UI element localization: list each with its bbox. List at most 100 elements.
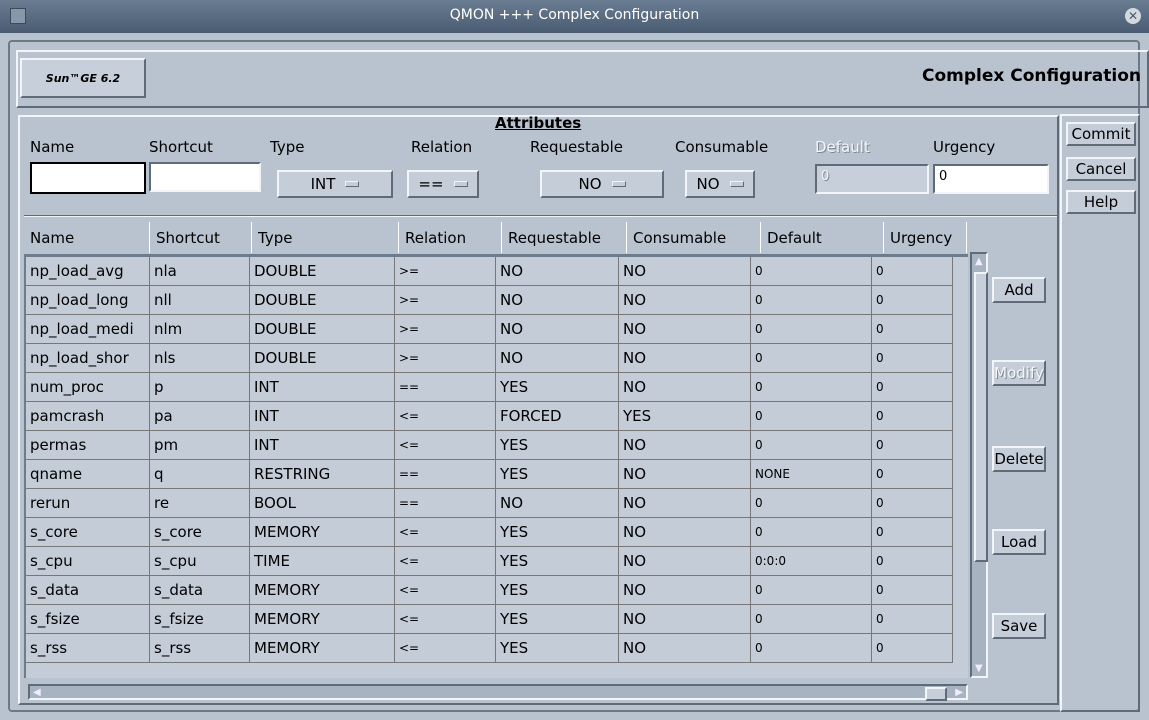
table-cell[interactable]: s_cpu bbox=[149, 546, 250, 576]
table-cell[interactable]: rerun bbox=[26, 488, 150, 518]
table-cell[interactable]: 0 bbox=[750, 633, 872, 663]
table-cell[interactable]: MEMORY bbox=[249, 575, 395, 605]
table-cell[interactable]: <= bbox=[394, 633, 496, 663]
add-button[interactable]: Add bbox=[992, 277, 1046, 303]
table-cell[interactable]: MEMORY bbox=[249, 517, 395, 547]
table-cell[interactable]: MEMORY bbox=[249, 633, 395, 663]
column-header[interactable]: Relation bbox=[398, 222, 502, 253]
table-cell[interactable]: 0 bbox=[871, 372, 953, 402]
column-header[interactable]: Type bbox=[251, 222, 399, 253]
table-cell[interactable]: pamcrash bbox=[26, 401, 150, 431]
table-cell[interactable]: DOUBLE bbox=[249, 314, 395, 344]
table-cell[interactable]: NO bbox=[618, 546, 751, 576]
table-cell[interactable]: NO bbox=[618, 343, 751, 373]
table-row[interactable]: np_load_long nll DOUBLE >= NO NO 0 0 bbox=[26, 285, 953, 315]
horizontal-scrollbar[interactable]: ◀ ▶ bbox=[28, 684, 968, 701]
table-cell[interactable]: nls bbox=[149, 343, 250, 373]
table-cell[interactable]: YES bbox=[618, 401, 751, 431]
table-cell[interactable]: YES bbox=[495, 372, 619, 402]
column-header[interactable]: Urgency bbox=[883, 222, 967, 253]
table-cell[interactable]: s_data bbox=[149, 575, 250, 605]
column-header[interactable]: Consumable bbox=[626, 222, 761, 253]
column-header[interactable]: Requestable bbox=[501, 222, 627, 253]
scroll-right-icon[interactable]: ▶ bbox=[955, 687, 963, 698]
column-header[interactable]: Shortcut bbox=[149, 222, 252, 253]
consumable-select[interactable]: NO bbox=[685, 170, 755, 198]
table-cell[interactable]: INT bbox=[249, 372, 395, 402]
table-cell[interactable]: 0 bbox=[750, 401, 872, 431]
table-row[interactable]: s_rss s_rss MEMORY <= YES NO 0 0 bbox=[26, 633, 953, 663]
table-row[interactable]: np_load_medi nlm DOUBLE >= NO NO 0 0 bbox=[26, 314, 953, 344]
shortcut-input[interactable] bbox=[149, 162, 261, 192]
scroll-thumb[interactable] bbox=[974, 272, 988, 562]
name-input[interactable] bbox=[30, 162, 146, 194]
table-cell[interactable]: YES bbox=[495, 546, 619, 576]
table-cell[interactable]: 0 bbox=[871, 546, 953, 576]
table-cell[interactable]: 0 bbox=[871, 633, 953, 663]
table-cell[interactable]: NO bbox=[618, 285, 751, 315]
table-row[interactable]: s_cpu s_cpu TIME <= YES NO 0:0:0 0 bbox=[26, 546, 953, 576]
table-row[interactable]: np_load_shor nls DOUBLE >= NO NO 0 0 bbox=[26, 343, 953, 373]
table-row[interactable]: rerun re BOOL == NO NO 0 0 bbox=[26, 488, 953, 518]
table-cell[interactable]: DOUBLE bbox=[249, 257, 395, 286]
table-cell[interactable]: NO bbox=[618, 575, 751, 605]
table-cell[interactable]: 0 bbox=[750, 314, 872, 344]
table-cell[interactable]: DOUBLE bbox=[249, 285, 395, 315]
table-cell[interactable]: == bbox=[394, 459, 496, 489]
table-cell[interactable]: NO bbox=[495, 343, 619, 373]
table-cell[interactable]: 0 bbox=[750, 575, 872, 605]
table-cell[interactable]: permas bbox=[26, 430, 150, 460]
table-cell[interactable]: nll bbox=[149, 285, 250, 315]
table-cell[interactable]: qname bbox=[26, 459, 150, 489]
table-cell[interactable]: NO bbox=[618, 372, 751, 402]
table-cell[interactable]: 0 bbox=[871, 459, 953, 489]
table-cell[interactable]: 0 bbox=[750, 604, 872, 634]
table-cell[interactable]: MEMORY bbox=[249, 604, 395, 634]
table-row[interactable]: permas pm INT <= YES NO 0 0 bbox=[26, 430, 953, 460]
table-cell[interactable]: pa bbox=[149, 401, 250, 431]
table-cell[interactable]: s_fsize bbox=[149, 604, 250, 634]
table-cell[interactable]: pm bbox=[149, 430, 250, 460]
table-row[interactable]: s_fsize s_fsize MEMORY <= YES NO 0 0 bbox=[26, 604, 953, 634]
table-cell[interactable]: <= bbox=[394, 546, 496, 576]
table-cell[interactable]: INT bbox=[249, 430, 395, 460]
scroll-up-icon[interactable]: ▲ bbox=[975, 256, 983, 267]
table-cell[interactable]: s_data bbox=[26, 575, 150, 605]
table-cell[interactable]: 0 bbox=[871, 488, 953, 518]
table-cell[interactable]: >= bbox=[394, 285, 496, 315]
table-cell[interactable]: np_load_shor bbox=[26, 343, 150, 373]
table-cell[interactable]: 0 bbox=[871, 517, 953, 547]
logo-button[interactable]: Sun™GE 6.2 bbox=[20, 58, 146, 98]
close-icon[interactable]: ✕ bbox=[1125, 8, 1141, 24]
table-cell[interactable]: num_proc bbox=[26, 372, 150, 402]
delete-button[interactable]: Delete bbox=[992, 446, 1046, 472]
table-cell[interactable]: nlm bbox=[149, 314, 250, 344]
table-row[interactable]: num_proc p INT == YES NO 0 0 bbox=[26, 372, 953, 402]
table-cell[interactable]: 0 bbox=[750, 343, 872, 373]
table-cell[interactable]: <= bbox=[394, 517, 496, 547]
table-cell[interactable]: 0 bbox=[750, 285, 872, 315]
table-row[interactable]: s_core s_core MEMORY <= YES NO 0 0 bbox=[26, 517, 953, 547]
table-cell[interactable]: s_rss bbox=[26, 633, 150, 663]
table-cell[interactable]: NO bbox=[618, 517, 751, 547]
table-cell[interactable]: re bbox=[149, 488, 250, 518]
table-cell[interactable]: s_core bbox=[26, 517, 150, 547]
requestable-select[interactable]: NO bbox=[540, 170, 664, 198]
table-cell[interactable]: NO bbox=[618, 604, 751, 634]
table-cell[interactable]: 0 bbox=[871, 314, 953, 344]
table-cell[interactable]: YES bbox=[495, 575, 619, 605]
table-cell[interactable]: YES bbox=[495, 633, 619, 663]
table-cell[interactable]: 0 bbox=[871, 343, 953, 373]
table-cell[interactable]: <= bbox=[394, 401, 496, 431]
table-cell[interactable]: >= bbox=[394, 257, 496, 286]
table-cell[interactable]: NO bbox=[495, 285, 619, 315]
table-cell[interactable]: NO bbox=[618, 459, 751, 489]
table-cell[interactable]: >= bbox=[394, 314, 496, 344]
table-cell[interactable]: YES bbox=[495, 459, 619, 489]
table-cell[interactable]: s_rss bbox=[149, 633, 250, 663]
table-body[interactable]: np_load_avg nla DOUBLE >= NO NO 0 0 np_load_long… bbox=[24, 254, 968, 678]
type-select[interactable]: INT bbox=[277, 170, 393, 198]
vertical-scrollbar[interactable]: ▲ ▼ bbox=[970, 252, 988, 678]
scroll-down-icon[interactable]: ▼ bbox=[975, 663, 983, 674]
table-cell[interactable]: np_load_medi bbox=[26, 314, 150, 344]
